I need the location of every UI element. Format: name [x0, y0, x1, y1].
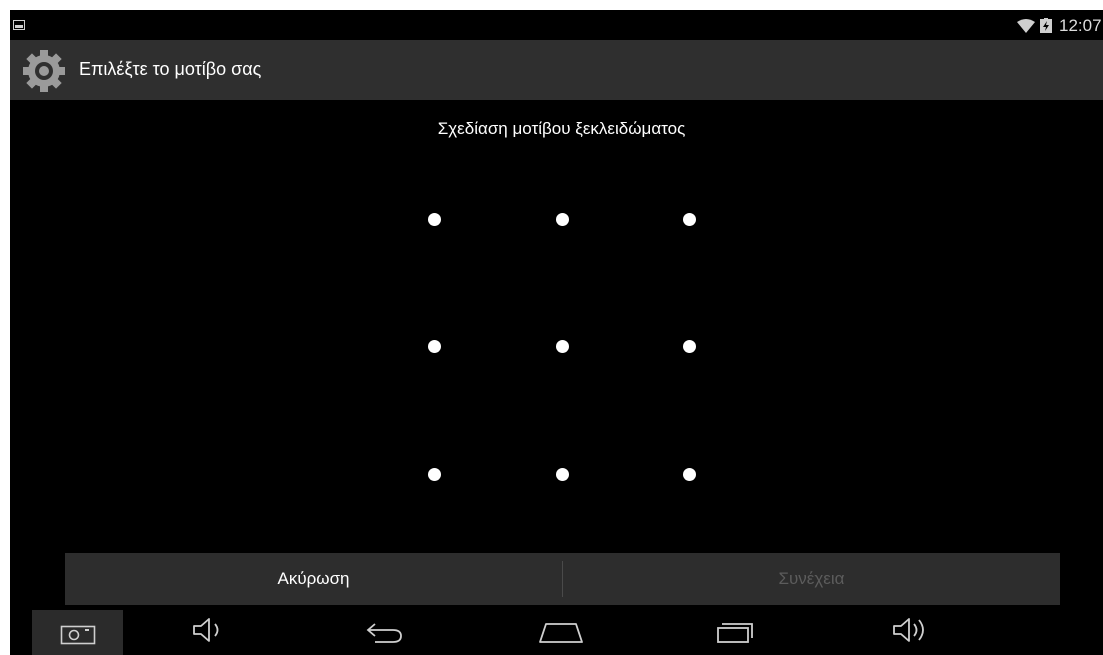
navigation-bar — [10, 605, 1103, 655]
pattern-dot-2[interactable] — [556, 213, 569, 226]
screen: 12:07 Επιλέξτε το μοτίβο σας Σχεδίαση μο… — [10, 10, 1103, 655]
pattern-dot-4[interactable] — [428, 340, 441, 353]
pattern-dot-1[interactable] — [428, 213, 441, 226]
gear-icon — [23, 50, 65, 92]
recent-apps-icon[interactable] — [715, 618, 755, 644]
status-time: 12:07 — [1059, 16, 1102, 35]
volume-down-icon[interactable] — [192, 617, 226, 643]
volume-up-icon[interactable] — [892, 616, 930, 644]
pattern-dot-9[interactable] — [683, 468, 696, 481]
pattern-dot-3[interactable] — [683, 213, 696, 226]
pattern-lock-grid[interactable] — [390, 175, 730, 515]
button-bar: Ακύρωση Συνέχεια — [65, 553, 1060, 605]
action-bar: Επιλέξτε το μοτίβο σας — [10, 40, 1103, 100]
pattern-instruction: Σχεδίαση μοτίβου ξεκλειδώματος — [437, 119, 686, 138]
pattern-dot-8[interactable] — [556, 468, 569, 481]
back-icon[interactable] — [365, 621, 405, 645]
continue-button[interactable]: Συνέχεια — [563, 553, 1060, 605]
image-notification-icon — [13, 20, 25, 30]
pattern-dot-5[interactable] — [556, 340, 569, 353]
status-bar: 12:07 — [10, 10, 1103, 40]
screenshot-button[interactable] — [32, 610, 123, 655]
pattern-dot-7[interactable] — [428, 468, 441, 481]
wifi-icon — [1017, 19, 1035, 33]
page-title: Επιλέξτε το μοτίβο σας — [79, 59, 262, 79]
home-icon[interactable] — [538, 620, 584, 644]
cancel-button[interactable]: Ακύρωση — [65, 553, 562, 605]
pattern-dot-6[interactable] — [683, 340, 696, 353]
battery-charging-icon — [1040, 18, 1052, 33]
screenshot-icon — [60, 625, 96, 645]
